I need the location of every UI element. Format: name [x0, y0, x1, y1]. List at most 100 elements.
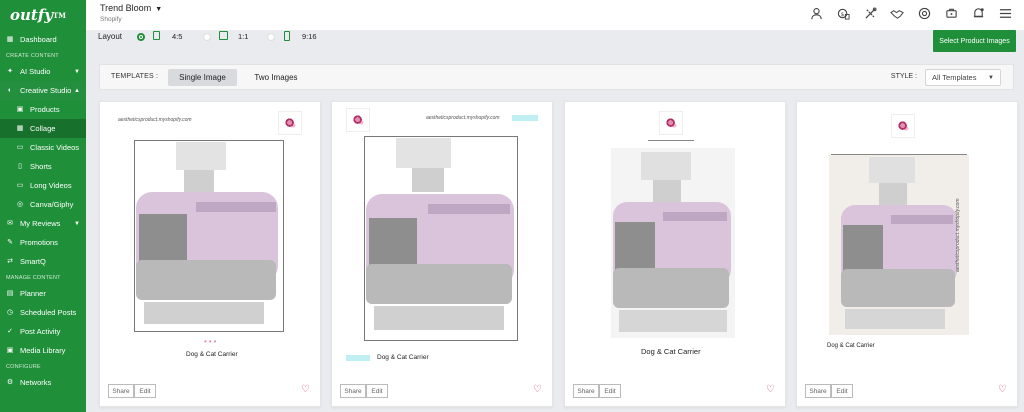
sidebar-item-label: Classic Videos: [30, 143, 80, 152]
sidebar-item-media-library[interactable]: ▣ Media Library: [0, 341, 86, 360]
style-label: STYLE :: [890, 73, 917, 80]
store-url: aestheticsproduct.myshopify.com: [118, 117, 192, 123]
sidebar-item-dashboard[interactable]: ▦ Dashboard: [0, 30, 86, 49]
style-select-value: All Templates: [932, 73, 977, 82]
product-image: [829, 155, 969, 335]
handshake-icon[interactable]: [890, 6, 904, 20]
section-manage-content: MANAGE CONTENT: [6, 274, 61, 281]
sidebar-item-label: Planner: [20, 289, 46, 298]
chevron-up-icon: ▲: [74, 87, 80, 94]
scheduled-icon: ◷: [6, 309, 14, 316]
dashboard-icon: ▦: [6, 36, 14, 43]
heart-icon[interactable]: ♡: [998, 384, 1007, 395]
menu-icon[interactable]: [998, 6, 1012, 20]
edit-button[interactable]: Edit: [831, 384, 853, 398]
sidebar-item-classic-videos[interactable]: ▭ Classic Videos: [0, 138, 86, 157]
media-icon: ▣: [6, 347, 14, 354]
logo-tm: TM: [53, 10, 66, 20]
card-footer: Share Edit ♡: [100, 376, 320, 406]
sidebar-item-my-reviews[interactable]: ✉ My Reviews ▼: [0, 214, 86, 233]
sidebar-item-smartq[interactable]: ⇄ SmartQ: [0, 252, 86, 271]
share-button[interactable]: Share: [108, 384, 134, 398]
support-icon[interactable]: [917, 6, 931, 20]
sidebar-item-scheduled-posts[interactable]: ◷ Scheduled Posts: [0, 303, 86, 322]
notification-icon[interactable]: [971, 6, 985, 20]
sidebar-item-promotions[interactable]: ✎ Promotions: [0, 233, 86, 252]
sidebar-item-planner[interactable]: ▤ Planner: [0, 284, 86, 303]
caret-down-icon: ▼: [155, 6, 163, 13]
product-title: Dog & Cat Carrier: [827, 343, 875, 349]
layout-option-label: 4:5: [172, 32, 183, 41]
sidebar-item-label: Networks: [20, 378, 52, 387]
templates-bar: TEMPLATES : Single Image Two Images STYL…: [99, 64, 1014, 90]
section-create-content: CREATE CONTENT: [6, 52, 59, 59]
sidebar-item-label: Media Library: [20, 346, 66, 355]
template-card-3[interactable]: Dog & Cat Carrier Share Edit ♡: [564, 101, 786, 407]
cart-icon[interactable]: [944, 6, 958, 20]
heart-icon[interactable]: ♡: [301, 384, 310, 395]
layout-radio-9-16[interactable]: [267, 33, 275, 41]
store-url: aestheticsproduct.myshopify.com: [955, 198, 961, 272]
vertical-ratio-icon: [284, 31, 290, 41]
share-button[interactable]: Share: [805, 384, 831, 398]
sidebar-item-creative-studio[interactable]: ◐ Creative Studio ▲: [0, 81, 86, 100]
edit-button[interactable]: Edit: [366, 384, 388, 398]
sidebar-item-label: Long Videos: [30, 181, 72, 190]
template-card-1[interactable]: aestheticsproduct.myshopify.com ••• Dog …: [99, 101, 321, 407]
logo-text: outfy: [10, 6, 54, 24]
brand-logo: [659, 111, 683, 135]
promotions-icon: ✎: [7, 239, 13, 246]
section-configure: CONFIGURE: [6, 363, 41, 370]
sidebar-item-label: Collage: [30, 124, 56, 133]
networks-icon: ⚙: [6, 379, 14, 386]
layout-bar: Layout 4:5 1:1 9:16 Select Product Image…: [86, 30, 1024, 54]
sidebar-item-label: SmartQ: [20, 257, 46, 266]
tab-single-image[interactable]: Single Image: [168, 69, 237, 86]
sidebar-item-canva-giphy[interactable]: ◎ Canva/Giphy: [0, 195, 86, 214]
header-icons: $: [809, 6, 1012, 20]
sidebar-item-products[interactable]: ▣ Products: [0, 100, 86, 119]
chevron-down-icon: ▼: [74, 68, 80, 75]
select-product-images-button[interactable]: Select Product Images: [933, 30, 1016, 52]
template-card-4[interactable]: aestheticsproduct.myshopify.com Dog & Ca…: [796, 101, 1018, 407]
template-card-2[interactable]: aestheticsproduct.myshopify.com Dog & Ca…: [331, 101, 553, 407]
store-selector[interactable]: Trend Bloom ▼: [100, 3, 162, 13]
layout-option-label: 1:1: [238, 32, 249, 41]
sidebar-item-networks[interactable]: ⚙ Networks: [0, 373, 86, 392]
product-image: [611, 148, 735, 338]
tools-icon[interactable]: [863, 6, 877, 20]
heart-icon[interactable]: ♡: [766, 384, 775, 395]
layout-radio-1-1[interactable]: [203, 33, 211, 41]
user-icon[interactable]: [809, 6, 823, 20]
sidebar-item-label: Creative Studio: [20, 86, 72, 95]
tab-two-images[interactable]: Two Images: [243, 69, 309, 86]
layout-radio-4-5[interactable]: [137, 33, 145, 41]
billing-icon[interactable]: $: [836, 6, 850, 20]
sidebar-item-label: AI Studio: [20, 67, 51, 76]
sidebar-item-shorts[interactable]: ▯ Shorts: [0, 157, 86, 176]
palette-icon: ◐: [7, 87, 13, 94]
sidebar-item-ai-studio[interactable]: ✦ AI Studio ▼: [0, 62, 86, 81]
style-select[interactable]: All Templates ▼: [925, 69, 1001, 86]
share-button[interactable]: Share: [340, 384, 366, 398]
divider: [648, 140, 694, 141]
sidebar-item-label: Promotions: [20, 238, 58, 247]
sidebar-item-label: Dashboard: [20, 35, 57, 44]
heart-icon[interactable]: ♡: [533, 384, 542, 395]
edit-button[interactable]: Edit: [134, 384, 156, 398]
outfy-logo[interactable]: outfy TM: [0, 0, 86, 30]
brand-logo: [278, 111, 302, 135]
ai-studio-icon: ✦: [7, 68, 13, 75]
edit-button[interactable]: Edit: [599, 384, 621, 398]
chevron-down-icon: ▼: [74, 220, 80, 227]
top-bar: Trend Bloom ▼ Shopify $: [86, 0, 1024, 30]
activity-icon: ✓: [7, 328, 13, 335]
sidebar-item-long-videos[interactable]: ▭ Long Videos: [0, 176, 86, 195]
sidebar-item-post-activity[interactable]: ✓ Post Activity: [0, 322, 86, 341]
store-url: aestheticsproduct.myshopify.com: [426, 115, 500, 121]
share-button[interactable]: Share: [573, 384, 599, 398]
sidebar-item-collage[interactable]: ▦ Collage: [0, 119, 86, 138]
sidebar-item-label: My Reviews: [20, 219, 61, 228]
accent-bar: [512, 115, 538, 121]
product-image: [136, 142, 278, 324]
